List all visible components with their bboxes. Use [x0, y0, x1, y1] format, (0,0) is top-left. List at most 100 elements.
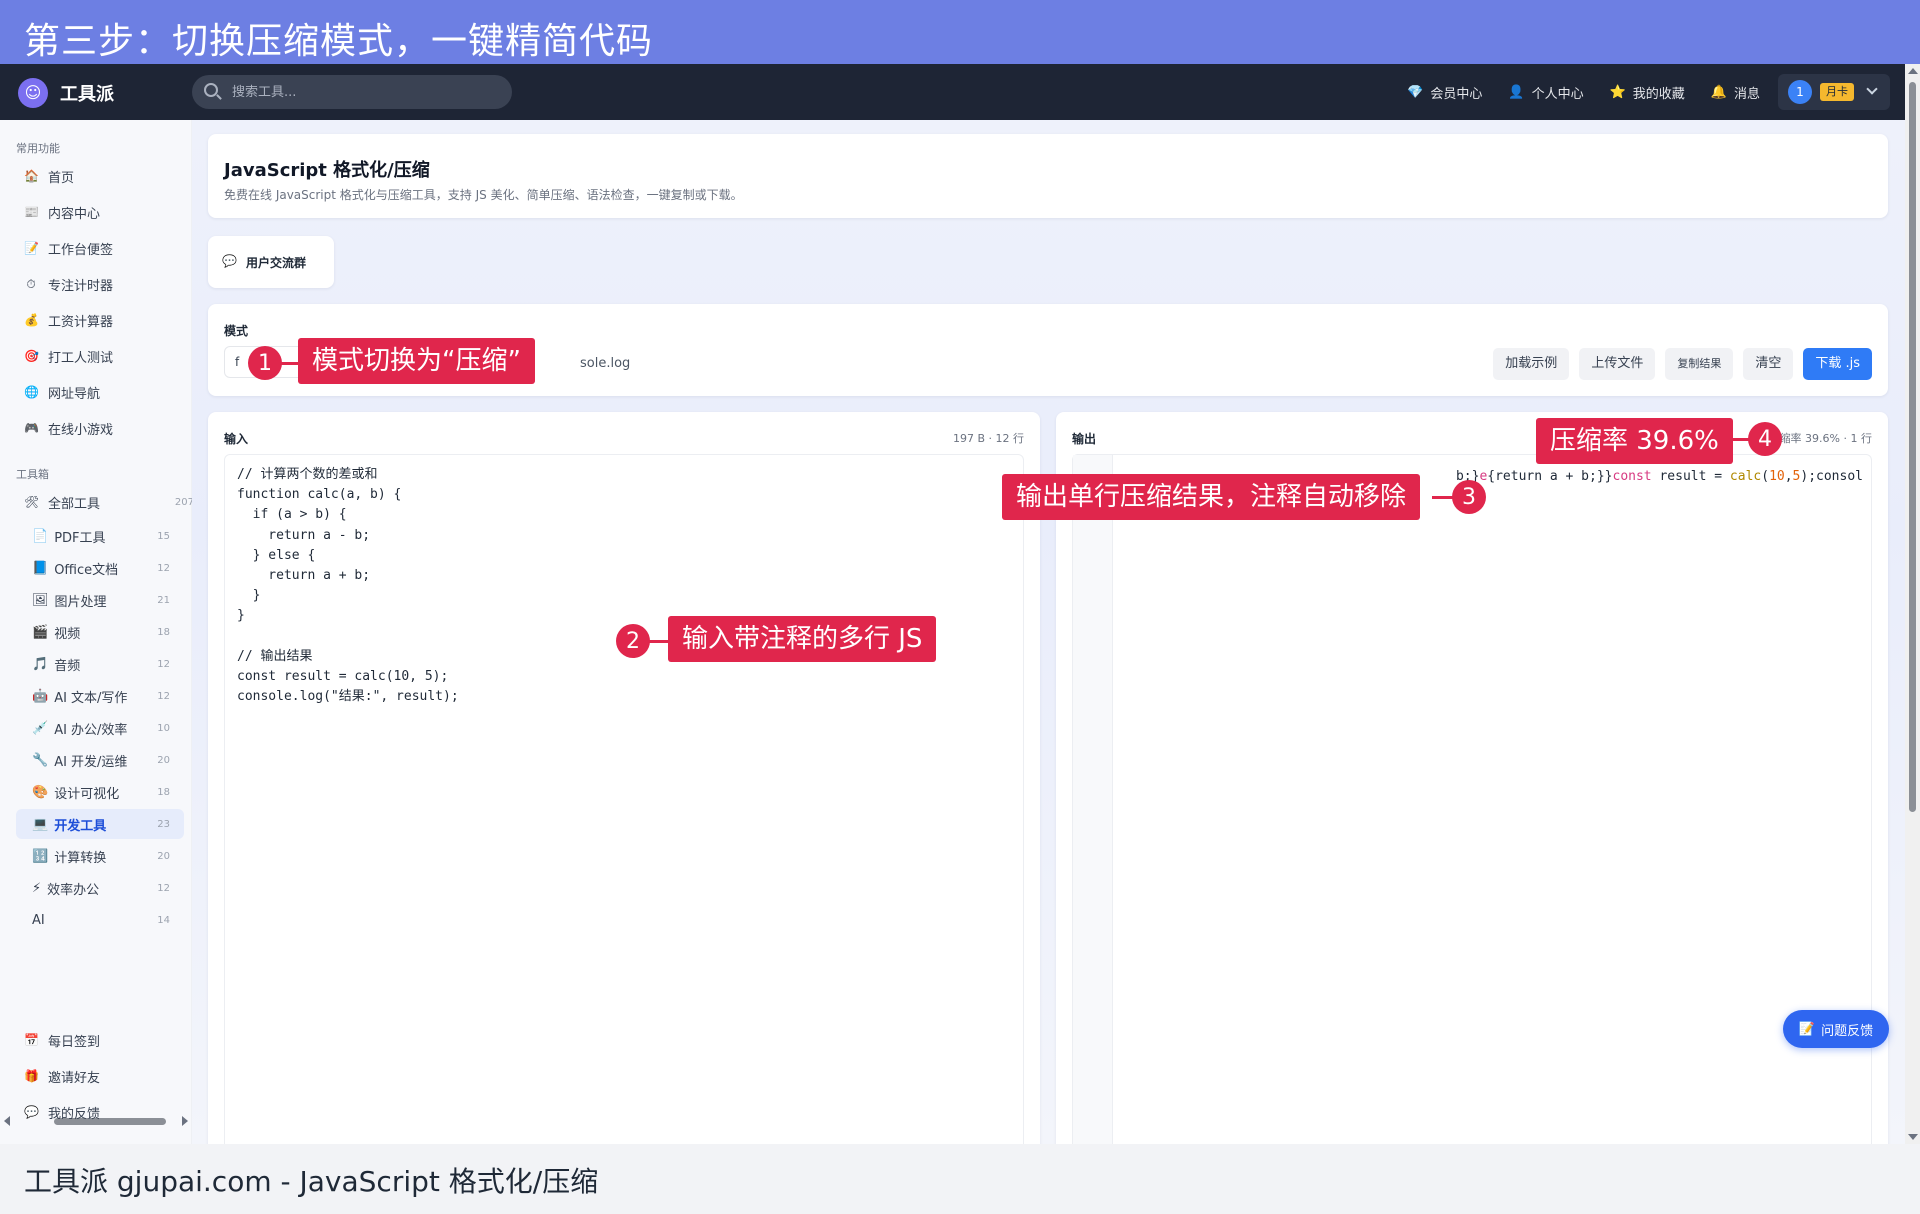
scrollbar-thumb[interactable] [1909, 82, 1916, 812]
scroll-left-icon[interactable] [4, 1116, 10, 1126]
input-stats: 197 B · 12 行 [952, 432, 1024, 445]
sidebar-tool-dev[interactable]: 💻 开发工具 23 [16, 809, 184, 839]
picture-icon: 🖼 [32, 592, 49, 608]
sidebar-tool-calc[interactable]: 🔢 计算转换 20 [32, 843, 170, 869]
annotation-number: 4 [1748, 422, 1782, 456]
scroll-up-icon[interactable] [1908, 68, 1918, 74]
app-name[interactable]: 工具派 [60, 80, 114, 106]
nav-link-membership[interactable]: 💎 会员中心 [1407, 83, 1482, 102]
nav-link-messages[interactable]: 🔔 消息 [1711, 83, 1760, 102]
tool-count: 12 [157, 562, 170, 574]
code-token: const [1612, 469, 1652, 484]
download-button[interactable]: 下载 .js [1803, 348, 1872, 380]
banner-title: 第三步：切换压缩模式，一键精简代码 [24, 21, 654, 62]
code-token: ( [1761, 469, 1770, 484]
gift-icon: 🎁 [24, 1069, 39, 1083]
sidebar-item-all-tools[interactable]: 🛠 全部工具 207 [24, 488, 194, 516]
sidebar-item-invite[interactable]: 🎁 邀请好友 [24, 1062, 184, 1090]
annotation-number: 2 [616, 624, 650, 658]
user-group-label: 用户交流群 [246, 256, 307, 270]
chat-bubble-icon: 💬 [222, 254, 237, 268]
code-token: {return a + b;}} [1487, 469, 1613, 484]
scroll-down-icon[interactable] [1908, 1134, 1918, 1140]
tool-count: 15 [157, 530, 170, 542]
tools-icon: 🛠 [24, 495, 40, 509]
sidebar-item-url-nav[interactable]: 🌐 网址导航 [24, 378, 184, 406]
tool-label: 视频 [54, 626, 81, 642]
nav-link-label: 我的收藏 [1632, 86, 1685, 102]
sidebar-item-timer[interactable]: ⏱ 专注计时器 [24, 270, 184, 298]
main-content: JavaScript 格式化/压缩 免费在线 JavaScript 格式化与压缩… [192, 120, 1905, 1154]
sidebar-item-label: 邀请好友 [48, 1070, 101, 1086]
sidebar-tool-ai-writing[interactable]: 🤖 AI 文本/写作 12 [32, 683, 170, 709]
nav-link-label: 个人中心 [1531, 86, 1584, 102]
copy-result-button[interactable]: 复制结果 [1665, 348, 1734, 380]
memo-icon: 📝 [24, 241, 39, 255]
title-card: JavaScript 格式化/压缩 免费在线 JavaScript 格式化与压缩… [208, 134, 1888, 218]
output-editor[interactable]: b;}e{return a + b;}}const result = calc(… [1072, 454, 1872, 1154]
sidebar-item-content[interactable]: 📰 内容中心 [24, 198, 184, 226]
top-banner: 第三步：切换压缩模式，一键精简代码 [0, 0, 1920, 64]
target-icon: 🎯 [24, 349, 39, 363]
tool-count: 12 [157, 658, 170, 670]
sidebar-item-my-feedback[interactable]: 💬 我的反馈 [24, 1098, 184, 1126]
user-menu[interactable]: 1 月卡 [1778, 74, 1890, 110]
action-buttons: 加载示例 上传文件 复制结果 清空 下载 .js [1493, 348, 1872, 380]
tool-count: 12 [157, 882, 170, 894]
vertical-scrollbar[interactable] [1905, 64, 1920, 1144]
speech-bubble-icon: 💬 [24, 1105, 39, 1119]
sidebar-item-salary[interactable]: 💰 工资计算器 [24, 306, 184, 334]
tool-label: 开发工具 [54, 818, 107, 834]
pdf-icon: 📄 [32, 528, 49, 544]
sidebar-tool-pdf[interactable]: 📄 PDF工具 15 [32, 523, 170, 549]
robot-icon: 🤖 [32, 688, 49, 704]
tool-label: Office文档 [54, 562, 119, 578]
sidebar-item-notes[interactable]: 📝 工作台便签 [24, 234, 184, 262]
sidebar-tool-design[interactable]: 🎨 设计可视化 18 [32, 779, 170, 805]
sidebar-tool-ai-office[interactable]: 💉 AI 办公/效率 10 [32, 715, 170, 741]
chevron-down-icon [1866, 83, 1878, 95]
line-gutter [1073, 455, 1113, 1153]
sidebar-tool-ai[interactable]: AI 14 [32, 907, 170, 933]
sidebar-tool-ai-dev[interactable]: 🔧 AI 开发/运维 20 [32, 747, 170, 773]
globe-icon: 🌐 [24, 385, 39, 399]
sidebar-tool-efficiency[interactable]: ⚡ 效率办公 12 [32, 875, 170, 901]
page-subtitle: 免费在线 JavaScript 格式化与压缩工具，支持 JS 美化、简单压缩、语… [224, 188, 743, 202]
syringe-icon: 💉 [32, 720, 49, 736]
user-group-button[interactable]: 💬 用户交流群 [208, 236, 334, 288]
load-example-button[interactable]: 加载示例 [1493, 348, 1570, 380]
palette-icon: 🎨 [32, 784, 49, 800]
sidebar-item-label: 工资计算器 [48, 314, 114, 330]
annotation-number: 3 [1452, 480, 1486, 514]
search-box[interactable] [192, 75, 512, 109]
sidebar-item-label: 全部工具 [48, 496, 101, 512]
input-editor[interactable]: // 计算两个数的差或和 function calc(a, b) { if (a… [224, 454, 1024, 1154]
nav-link-favorites[interactable]: ⭐ 我的收藏 [1610, 83, 1685, 102]
sidebar-item-label: 在线小游戏 [48, 422, 114, 438]
numbers-icon: 🔢 [32, 848, 49, 864]
tool-count: 10 [157, 722, 170, 734]
nav-link-profile[interactable]: 👤 个人中心 [1508, 83, 1583, 102]
footer: 工具派 gjupai.com - JavaScript 格式化/压缩 [0, 1144, 1920, 1214]
sidebar-item-label: 打工人测试 [48, 350, 114, 366]
upload-file-button[interactable]: 上传文件 [1579, 348, 1656, 380]
tool-label: 效率办公 [47, 882, 100, 898]
sidebar-item-games[interactable]: 🎮 在线小游戏 [24, 414, 184, 442]
app-logo-icon[interactable]: ☺ [18, 78, 48, 108]
book-icon: 📘 [32, 560, 49, 576]
tool-count: 20 [157, 850, 170, 862]
sidebar-item-checkin[interactable]: 📅 每日签到 [24, 1026, 184, 1054]
sidebar-tool-video[interactable]: 🎬 视频 18 [32, 619, 170, 645]
sidebar-item-worker-test[interactable]: 🎯 打工人测试 [24, 342, 184, 370]
tool-label: AI 文本/写作 [54, 690, 128, 706]
mode-label: 模式 [224, 324, 249, 338]
sidebar-tool-office[interactable]: 📘 Office文档 12 [32, 555, 170, 581]
clear-button[interactable]: 清空 [1743, 348, 1794, 380]
tool-count: 18 [157, 626, 170, 638]
search-input[interactable] [232, 81, 492, 103]
sidebar-tool-image[interactable]: 🖼 图片处理 21 [32, 587, 170, 613]
sidebar-item-home[interactable]: 🏠 首页 [24, 162, 184, 190]
sidebar-tool-audio[interactable]: 🎵 音频 12 [32, 651, 170, 677]
annotation-label: 压缩率 39.6% [1536, 418, 1733, 464]
feedback-button[interactable]: 📝 问题反馈 [1783, 1010, 1889, 1048]
